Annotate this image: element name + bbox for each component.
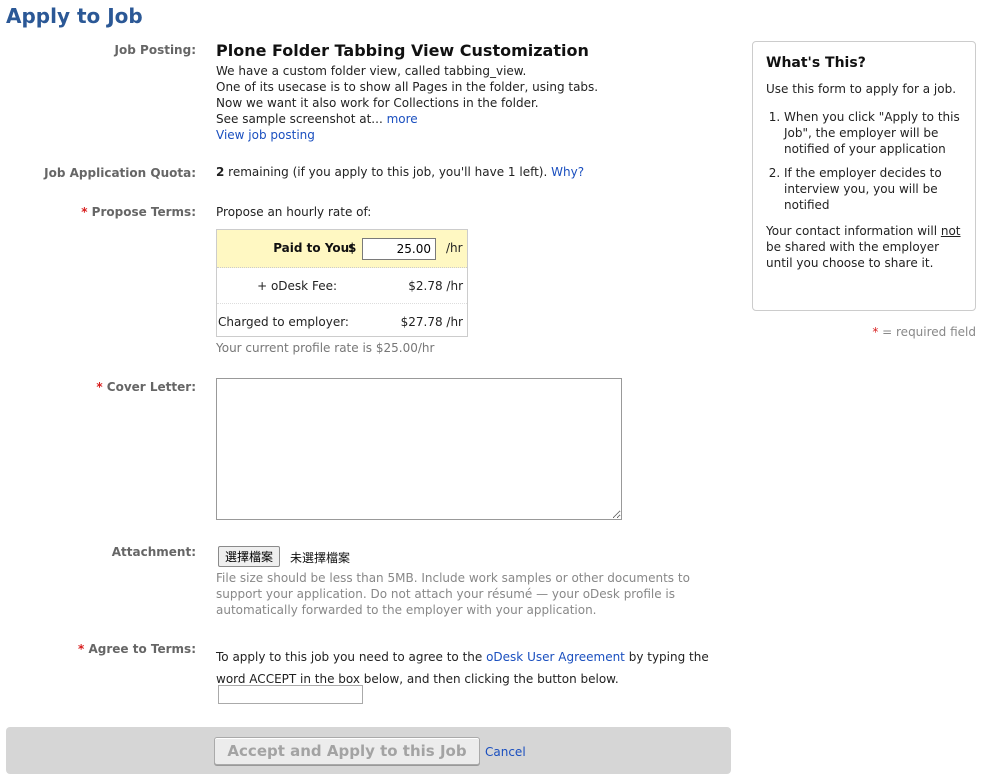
contact-info-note: Your contact information will not be sha… <box>766 223 962 271</box>
propose-terms-label: * Propose Terms: <box>6 205 196 219</box>
quota-remaining-text: remaining (if you apply to this job, you… <box>224 165 548 179</box>
whats-this-steps: When you click "Apply to this Job", the … <box>766 109 962 213</box>
choose-file-button[interactable]: 選擇檔案 <box>218 546 281 567</box>
view-job-posting-link[interactable]: View job posting <box>216 128 315 142</box>
job-description-text: See sample screenshot at... <box>216 112 383 126</box>
agree-text-before: To apply to this job you need to agree t… <box>216 650 487 664</box>
job-description-line: We have a custom folder view, called tab… <box>216 64 527 78</box>
quota-text: 2 remaining (if you apply to this job, y… <box>216 165 584 179</box>
profile-rate-note: Your current profile rate is $25.00/hr <box>216 341 435 355</box>
cancel-link[interactable]: Cancel <box>485 745 526 759</box>
whats-this-title: What's This? <box>766 55 866 71</box>
propose-intro: Propose an hourly rate of: <box>216 205 372 219</box>
job-title: Plone Folder Tabbing View Customization <box>216 41 589 60</box>
hourly-rate-input[interactable] <box>362 238 436 260</box>
paid-row: Paid to You: $ /hr <box>217 230 467 268</box>
fee-label: + oDesk Fee: <box>257 279 337 293</box>
job-posting-label: Job Posting: <box>114 43 196 57</box>
contact-text-before: Your contact information will <box>766 224 941 238</box>
whats-this-panel: What's This? Use this form to apply for … <box>752 41 976 311</box>
job-description-line: Now we want it also work for Collections… <box>216 96 539 110</box>
rate-unit: /hr <box>446 241 463 255</box>
file-status: 未選擇檔案 <box>290 551 351 565</box>
charged-row: Charged to employer: $27.78 /hr <box>217 304 467 340</box>
cover-letter-textarea[interactable] <box>216 378 622 520</box>
agree-terms-text: Agree to Terms: <box>88 642 196 656</box>
quota-label: Job Application Quota: <box>44 166 196 180</box>
whats-this-step: If the employer decides to interview you… <box>784 165 962 213</box>
fee-row: + oDesk Fee: $2.78 /hr <box>217 268 467 304</box>
rate-table: Paid to You: $ /hr + oDesk Fee: $2.78 /h… <box>216 229 468 337</box>
required-star: * <box>78 642 89 656</box>
required-field-text: = required field <box>878 325 976 339</box>
charged-value: $27.78 /hr <box>400 315 463 329</box>
required-star: * <box>96 380 107 394</box>
contact-text-after: be shared with the employer until you ch… <box>766 240 940 270</box>
page-title: Apply to Job <box>6 4 143 28</box>
job-description-line: One of its usecase is to show all Pages … <box>216 80 599 94</box>
agree-instructions: To apply to this job you need to agree t… <box>216 646 736 690</box>
attachment-help: File size should be less than 5MB. Inclu… <box>216 571 690 617</box>
required-star: * <box>81 205 92 219</box>
propose-terms-text: Propose Terms: <box>91 205 196 219</box>
currency-symbol: $ <box>348 241 357 255</box>
more-link[interactable]: more <box>387 112 418 126</box>
cover-letter-text: Cover Letter: <box>106 380 196 394</box>
required-field-note: * = required field <box>872 325 976 339</box>
why-link[interactable]: Why? <box>551 165 584 179</box>
attachment-label: Attachment: <box>111 545 196 559</box>
job-description-line: See sample screenshot at... more <box>216 111 598 127</box>
cover-letter-label: * Cover Letter: <box>6 380 196 394</box>
accept-input[interactable] <box>218 685 363 704</box>
whats-this-step: When you click "Apply to this Job", the … <box>784 109 962 157</box>
whats-this-intro: Use this form to apply for a job. <box>766 82 957 96</box>
user-agreement-link[interactable]: oDesk User Agreement <box>486 650 625 664</box>
agree-terms-label: * Agree to Terms: <box>6 642 196 656</box>
fee-value: $2.78 /hr <box>408 279 463 293</box>
charged-label: Charged to employer: <box>218 315 349 329</box>
paid-label: Paid to You: <box>273 241 354 255</box>
job-description: We have a custom folder view, called tab… <box>216 63 598 143</box>
contact-emphasis: not <box>940 224 961 238</box>
accept-and-apply-button[interactable]: Accept and Apply to this Job <box>214 737 480 765</box>
